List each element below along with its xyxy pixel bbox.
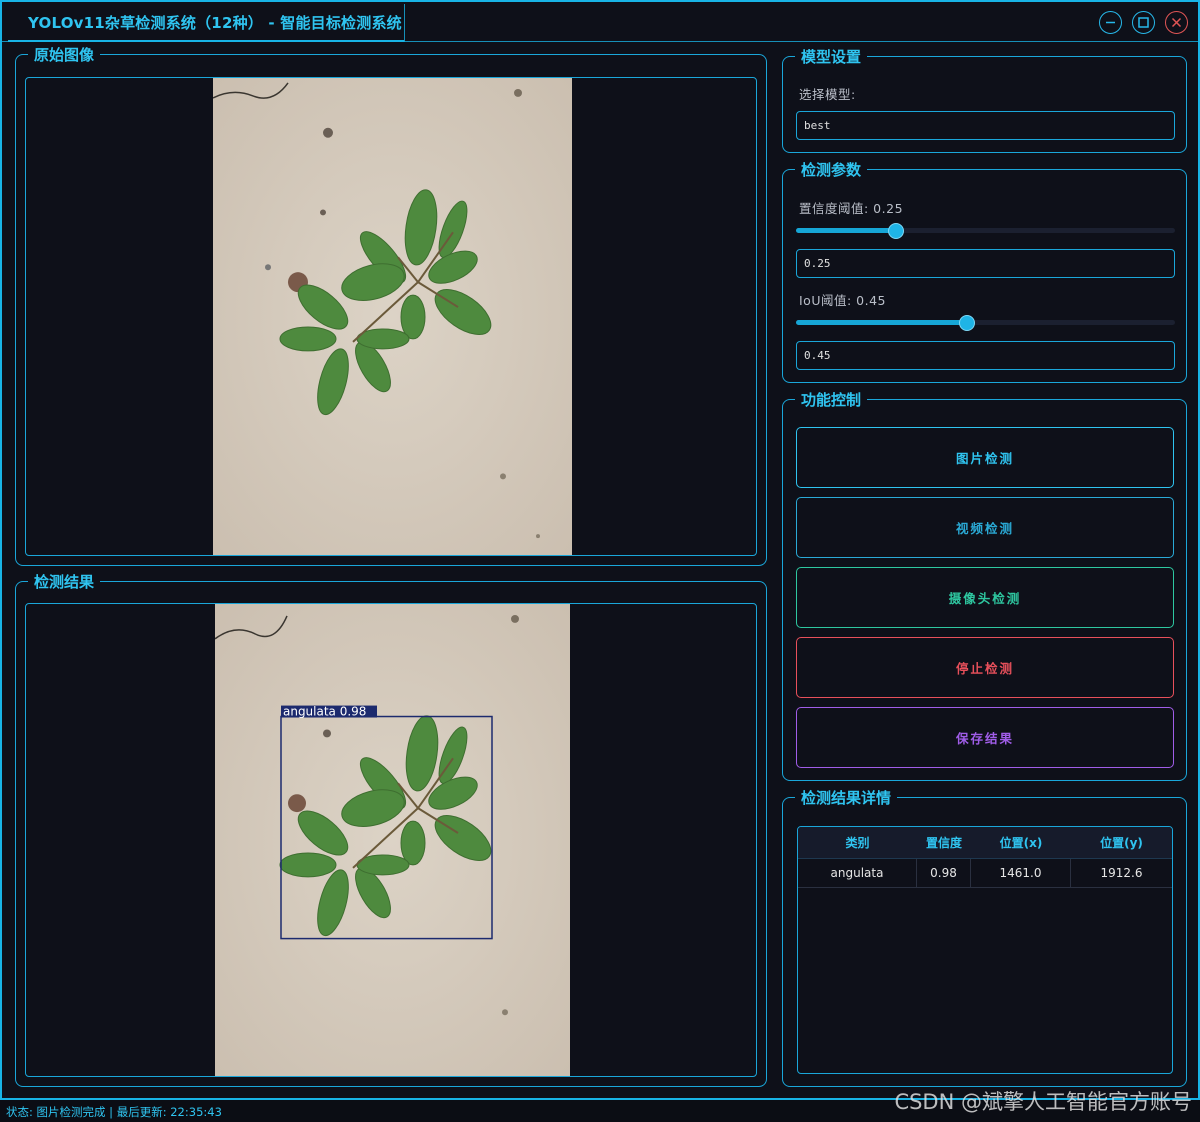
original-image-title: 原始图像: [28, 46, 101, 64]
result-image-view: angulata 0.98: [25, 603, 757, 1077]
model-settings-title: 模型设置: [795, 48, 868, 66]
function-control-title: 功能控制: [795, 391, 868, 409]
app-window: YOLOv11杂草检测系统（12种） - 智能目标检测系统 原始图像 检测结果 …: [0, 0, 1200, 1100]
save-result-button[interactable]: 保存结果: [796, 707, 1174, 768]
confidence-slider[interactable]: [796, 221, 1175, 241]
status-text: 状态: 图片检测完成 | 最后更新: 22:35:43: [6, 1105, 222, 1119]
column-header-confidence[interactable]: 置信度: [917, 827, 971, 858]
stop-detect-button[interactable]: 停止检测: [796, 637, 1174, 698]
column-header-x[interactable]: 位置(x): [971, 827, 1071, 858]
iou-input[interactable]: 0.45: [796, 341, 1175, 370]
detection-label: angulata 0.98: [283, 705, 366, 719]
results-table: 类别 置信度 位置(x) 位置(y) angulata 0.98 1461.0 …: [797, 826, 1173, 1074]
window-title: YOLOv11杂草检测系统（12种） - 智能目标检测系统: [8, 4, 405, 42]
iou-slider[interactable]: [796, 313, 1175, 333]
watermark: CSDN @斌擎人工智能官方账号: [894, 1090, 1192, 1114]
confidence-slider-fill: [796, 228, 896, 233]
iou-label: IoU阈值: 0.45: [799, 293, 887, 308]
confidence-input[interactable]: 0.25: [796, 249, 1175, 278]
result-image: angulata 0.98: [215, 604, 570, 1076]
table-row[interactable]: angulata 0.98 1461.0 1912.6: [798, 859, 1172, 888]
results-table-header: 类别 置信度 位置(x) 位置(y): [798, 827, 1172, 859]
detection-params-title: 检测参数: [795, 161, 868, 179]
minimize-icon[interactable]: [1099, 11, 1122, 34]
title-bar: YOLOv11杂草检测系统（12种） - 智能目标检测系统: [2, 2, 1198, 42]
model-select[interactable]: best: [796, 111, 1175, 140]
maximize-icon[interactable]: [1132, 11, 1155, 34]
column-header-y[interactable]: 位置(y): [1071, 827, 1172, 858]
table-cell-class: angulata: [798, 859, 917, 887]
confidence-slider-handle[interactable]: [887, 223, 904, 239]
original-image-view: [25, 77, 757, 556]
table-cell-confidence: 0.98: [917, 859, 971, 887]
close-icon[interactable]: [1165, 11, 1188, 34]
result-image-title: 检测结果: [28, 573, 101, 591]
camera-detect-button[interactable]: 摄像头检测: [796, 567, 1174, 628]
results-details-title: 检测结果详情: [795, 789, 898, 807]
video-detect-button[interactable]: 视频检测: [796, 497, 1174, 558]
original-image: [213, 78, 572, 555]
window-controls: [1099, 11, 1188, 34]
table-cell-y: 1912.6: [1100, 866, 1143, 880]
model-select-label: 选择模型:: [799, 87, 856, 102]
confidence-label: 置信度阈值: 0.25: [799, 201, 904, 216]
column-header-class[interactable]: 类别: [798, 827, 917, 858]
image-detect-button[interactable]: 图片检测: [796, 427, 1174, 488]
iou-slider-fill: [796, 320, 967, 325]
iou-slider-handle[interactable]: [958, 315, 975, 331]
table-cell-x: 1461.0: [971, 859, 1071, 887]
